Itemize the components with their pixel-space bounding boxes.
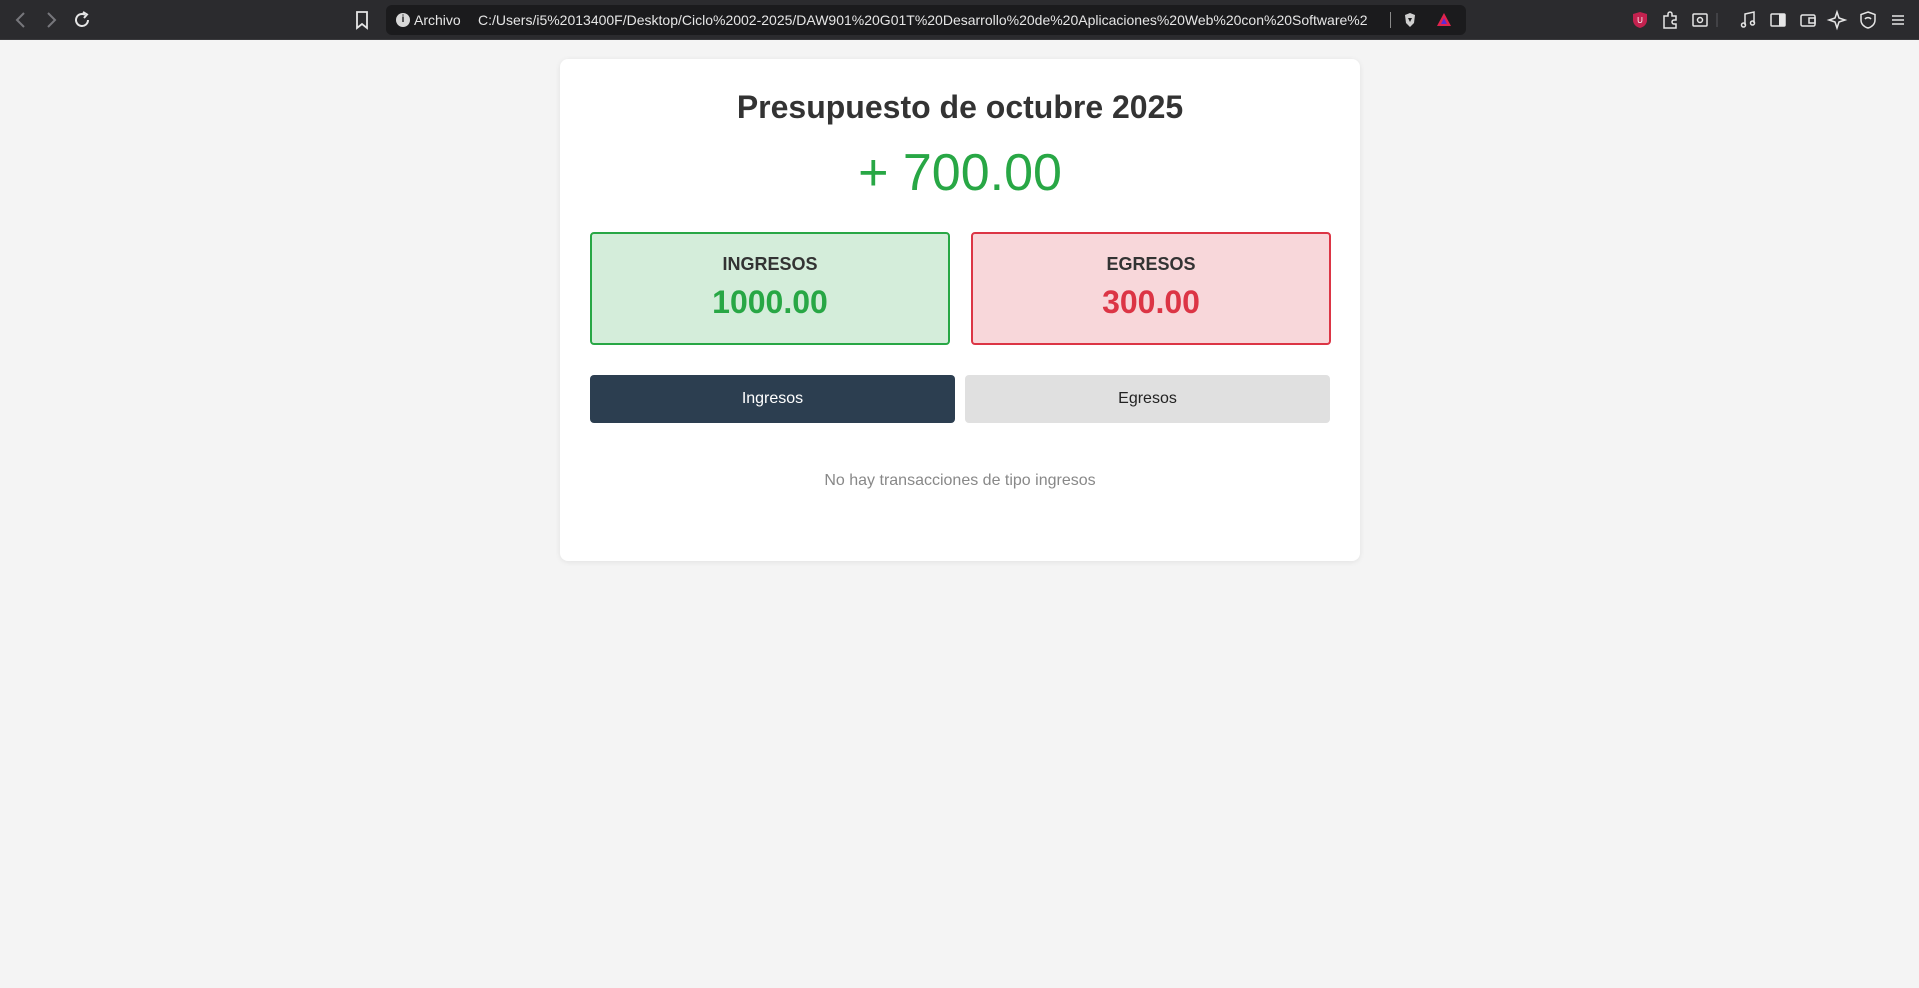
expense-amount: 300.00 [1102,284,1200,320]
expense-label: EGRESOS [1106,254,1196,274]
screenshot-icon[interactable] [1688,8,1712,32]
divider [1390,12,1391,28]
extensions-icon[interactable] [1658,8,1682,32]
chevron-right-icon[interactable] [39,8,63,32]
address-bar[interactable]: i Archivo C:/Users/i5%2013400F/Desktop/C… [386,5,1466,35]
budget-card: Presupuesto de octubre 2025 + 700.00 ING… [560,59,1360,561]
divider [1712,8,1722,32]
url-text[interactable]: C:/Users/i5%2013400F/Desktop/Ciclo%2002-… [478,12,1368,28]
income-label: INGRESOS [722,254,818,274]
media-icon[interactable] [1736,8,1760,32]
budget-total: + 700.00 [858,144,1062,202]
expense-summary: EGRESOS 300.00 [971,232,1331,345]
brave-rewards-icon[interactable] [1436,12,1452,28]
tab-ingresos[interactable]: Ingresos [590,375,955,423]
page-title: Presupuesto de octubre 2025 [736,89,1184,125]
chevron-left-icon[interactable] [9,8,33,32]
income-amount: 1000.00 [712,284,828,320]
site-label: Archivo [414,12,461,28]
income-summary: INGRESOS 1000.00 [590,232,950,345]
leo-ai-icon[interactable] [1826,8,1850,32]
browser-toolbar: i Archivo C:/Users/i5%2013400F/Desktop/C… [0,0,1919,40]
menu-icon[interactable] [1886,8,1910,32]
info-icon[interactable]: i [396,13,410,27]
sidebar-icon[interactable] [1766,8,1790,32]
reload-icon[interactable] [70,8,94,32]
bookmark-icon[interactable] [350,8,374,32]
empty-transactions-message: No hay transacciones de tipo ingresos [824,472,1096,489]
svg-text:U: U [1637,16,1643,25]
tab-egresos[interactable]: Egresos [965,375,1330,423]
ublock-icon[interactable]: U [1628,8,1652,32]
vpn-icon[interactable] [1856,8,1880,32]
wallet-icon[interactable] [1796,8,1820,32]
brave-shields-icon[interactable] [1402,12,1418,28]
